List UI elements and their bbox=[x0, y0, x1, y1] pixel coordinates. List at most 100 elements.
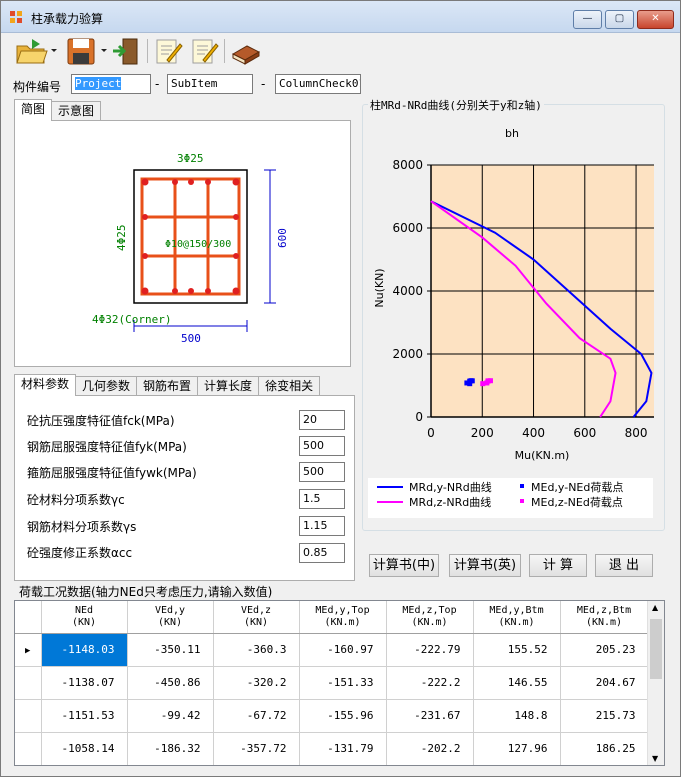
scroll-up-icon[interactable]: ▲ bbox=[652, 603, 658, 612]
row-header[interactable]: ▶ bbox=[15, 633, 42, 667]
x-tick-label: 800 bbox=[625, 426, 648, 440]
table-cell[interactable]: -1080.58 bbox=[41, 765, 127, 766]
table-cell[interactable]: 146.55 bbox=[473, 666, 561, 700]
vertical-scrollbar[interactable]: ▲ ▼ bbox=[647, 601, 664, 765]
project-input[interactable]: Project bbox=[71, 74, 151, 94]
table-cell[interactable]: -160.97 bbox=[299, 633, 387, 667]
row-header[interactable] bbox=[15, 699, 42, 733]
table-cell[interactable]: -350.11 bbox=[127, 633, 214, 667]
column-header[interactable]: MEd,z,Top (KN.m) bbox=[386, 601, 474, 634]
table-cell[interactable]: -231.67 bbox=[386, 699, 474, 733]
table-row[interactable]: -1080.58-93.93-60.27-139.51-217.97131.72… bbox=[15, 765, 648, 766]
save-icon[interactable] bbox=[64, 36, 108, 66]
table-cell[interactable]: -357.72 bbox=[213, 732, 300, 765]
close-button[interactable]: ✕ bbox=[637, 10, 674, 29]
table-cell[interactable]: -1058.14 bbox=[41, 732, 128, 765]
exit-door-icon[interactable] bbox=[111, 36, 141, 66]
table-cell[interactable]: 205.23 bbox=[560, 633, 649, 667]
y-tick-label: 8000 bbox=[392, 158, 423, 172]
table-cell[interactable]: -1151.53 bbox=[41, 699, 128, 733]
table-row[interactable]: ▶ -1148.03 -350.11 -360.3 -160.97 -222.79 155.… bbox=[15, 633, 649, 667]
tab-creep[interactable]: 徐变相关 bbox=[258, 376, 321, 396]
column-header-unit: (KN) bbox=[71, 616, 97, 628]
table-cell[interactable]: 127.96 bbox=[473, 732, 561, 765]
table-row[interactable]: -1138.07 -450.86 -320.2 -151.33 -222.2 146.55… bbox=[15, 666, 649, 700]
check-input[interactable]: ColumnCheck01 bbox=[275, 74, 361, 94]
table-cell[interactable]: -99.42 bbox=[127, 699, 214, 733]
scroll-thumb[interactable] bbox=[650, 619, 662, 679]
gamma-s-input[interactable]: 1.15 bbox=[299, 516, 345, 536]
table-cell[interactable]: 155.52 bbox=[473, 633, 561, 667]
y-tick-label: 2000 bbox=[392, 347, 423, 361]
report-en-button[interactable]: 计算书(英) bbox=[449, 554, 521, 577]
table-cell[interactable]: -450.86 bbox=[127, 666, 214, 700]
table-cell[interactable]: -320.2 bbox=[213, 666, 300, 700]
column-header-name: VEd,y bbox=[154, 604, 186, 616]
table-cell[interactable]: 148.8 bbox=[473, 699, 561, 733]
subitem-input[interactable]: SubItem bbox=[167, 74, 253, 94]
row-header[interactable] bbox=[15, 765, 41, 766]
open-folder-icon[interactable] bbox=[14, 36, 58, 66]
table-cell[interactable]: -93.93 bbox=[127, 765, 213, 766]
alpha-cc-input[interactable]: 0.85 bbox=[299, 543, 345, 563]
minimize-button[interactable]: — bbox=[573, 10, 602, 29]
column-header[interactable]: MEd,y,Top (KN.m) bbox=[299, 601, 387, 634]
table-cell[interactable]: -202.2 bbox=[386, 732, 474, 765]
scroll-down-icon[interactable]: ▼ bbox=[652, 754, 658, 763]
section-tabs: 简图 示意图 bbox=[14, 99, 102, 121]
table-cell[interactable]: -1148.03 bbox=[41, 633, 128, 667]
edit-note-2-icon[interactable] bbox=[189, 36, 219, 66]
table-cell[interactable]: 215.73 bbox=[560, 699, 649, 733]
table-cell[interactable]: 204.67 bbox=[560, 666, 649, 700]
table-cell[interactable]: -222.79 bbox=[386, 633, 474, 667]
report-cn-button[interactable]: 计算书(中) bbox=[369, 554, 439, 577]
table-cell[interactable]: -139.51 bbox=[299, 765, 386, 766]
exit-button[interactable]: 退 出 bbox=[595, 554, 653, 577]
column-header[interactable]: VEd,z (KN) bbox=[213, 601, 300, 634]
table-cell[interactable]: -186.32 bbox=[127, 732, 214, 765]
column-header[interactable]: VEd,y (KN) bbox=[127, 601, 214, 634]
gamma-c-input[interactable]: 1.5 bbox=[299, 489, 345, 509]
table-cell[interactable]: 131.7 bbox=[473, 765, 560, 766]
fywk-input[interactable]: 500 bbox=[299, 462, 345, 482]
title-bar: 柱承载力验算 — ▢ ✕ bbox=[1, 1, 680, 33]
fck-input[interactable]: 20 bbox=[299, 410, 345, 430]
table-row[interactable]: -1058.14 -186.32 -357.72 -131.79 -202.2 127.9… bbox=[15, 732, 649, 765]
table-cell[interactable]: 204.7 bbox=[560, 765, 648, 766]
table-cell[interactable]: -151.33 bbox=[299, 666, 387, 700]
table-cell[interactable]: -155.96 bbox=[299, 699, 387, 733]
column-header-name: MEd,y,Btm bbox=[489, 604, 544, 616]
column-header-name: MEd,z,Top bbox=[402, 604, 457, 616]
project-value: Project bbox=[75, 77, 122, 90]
calculate-button[interactable]: 计 算 bbox=[529, 554, 587, 577]
maximize-icon: ▢ bbox=[614, 13, 625, 24]
table-cell[interactable]: -222.2 bbox=[386, 666, 474, 700]
row-header[interactable] bbox=[15, 732, 42, 765]
table-cell[interactable]: 186.25 bbox=[560, 732, 649, 765]
table-cell[interactable]: -131.79 bbox=[299, 732, 387, 765]
table-cell[interactable]: -1138.07 bbox=[41, 666, 128, 700]
maximize-button[interactable]: ▢ bbox=[605, 10, 634, 29]
tab-rebar[interactable]: 钢筋布置 bbox=[136, 376, 199, 396]
tab-material[interactable]: 材料参数 bbox=[14, 374, 77, 396]
column-header[interactable]: NEd (KN) bbox=[41, 601, 128, 634]
column-header[interactable]: MEd,y,Btm (KN.m) bbox=[473, 601, 561, 634]
table-cell[interactable]: -60.27 bbox=[213, 765, 299, 766]
edit-note-icon[interactable] bbox=[153, 36, 183, 66]
table-row[interactable]: -1151.53 -99.42 -67.72 -155.96 -231.67 148.8 2… bbox=[15, 699, 649, 733]
book-icon[interactable] bbox=[230, 36, 262, 66]
tab-geometry[interactable]: 几何参数 bbox=[75, 376, 138, 396]
tab-sketch[interactable]: 简图 bbox=[14, 99, 53, 121]
chart-title: bh bbox=[505, 127, 519, 140]
table-cell[interactable]: -360.3 bbox=[213, 633, 300, 667]
table-cell[interactable]: -67.72 bbox=[213, 699, 300, 733]
fyk-input[interactable]: 500 bbox=[299, 436, 345, 456]
table-cell[interactable]: -217.97 bbox=[386, 765, 473, 766]
row-header[interactable] bbox=[15, 666, 42, 700]
tab-effective-length[interactable]: 计算长度 bbox=[197, 376, 260, 396]
loads-grid: NEd (KN) VEd,y (KN) VEd,z (KN) MEd,y,Top (KN.m)… bbox=[14, 600, 665, 766]
curve-group-title: 柱MRd-NRd曲线(分别关于y和z轴) bbox=[368, 97, 544, 113]
loads-caption: 荷载工况数据(轴力NEd只考虑压力,请输入数值) bbox=[19, 585, 273, 599]
tab-schematic[interactable]: 示意图 bbox=[51, 101, 102, 121]
column-header[interactable]: MEd,z,Btm (KN.m) bbox=[560, 601, 649, 634]
